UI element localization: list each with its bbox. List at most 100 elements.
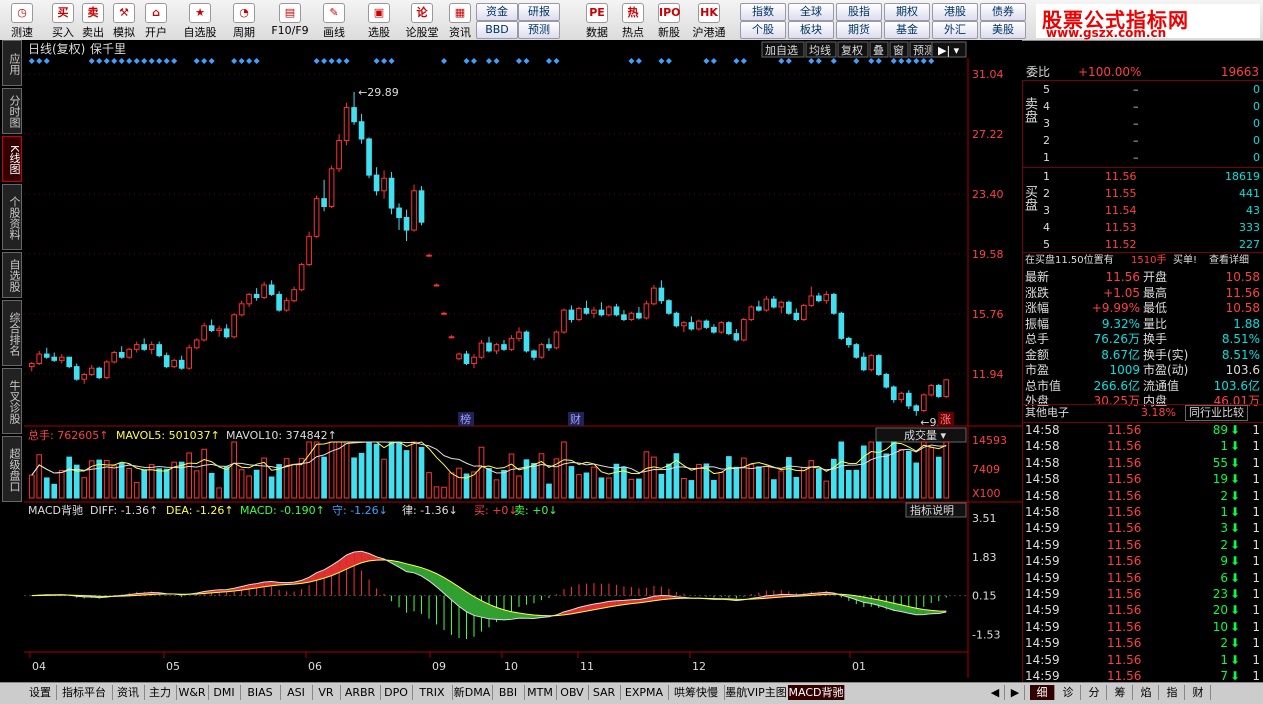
mid-button-0[interactable]: 资金 [476, 3, 518, 21]
mid-button-2[interactable]: BBD [476, 21, 518, 39]
market-button-1[interactable]: 全球 [788, 3, 834, 21]
indicator-tab-1[interactable]: 指标平台 [56, 685, 113, 700]
indicator-tab-12[interactable]: 新DMA [452, 685, 493, 700]
tool-news-button[interactable]: ▦资讯 [442, 1, 478, 39]
panel-tab-0[interactable]: 细 [1030, 685, 1055, 700]
sell-level-row[interactable]: 4–0 [1023, 99, 1263, 115]
indicator-tab-11[interactable]: TRIX [412, 685, 453, 700]
panel-tab-5[interactable]: 指 [1160, 685, 1185, 700]
date-tick: 04 [32, 660, 46, 673]
market-button-6[interactable]: 个股 [740, 21, 786, 39]
tool-lock-button[interactable]: ⌂开户 [140, 1, 172, 39]
market-button-3[interactable]: 期权 [884, 3, 930, 21]
sector-compare-button[interactable]: 同行业比较 [1185, 405, 1248, 421]
indicator-tab-0[interactable]: 设置 [24, 685, 57, 700]
left-tab-6[interactable]: 牛叉诊股 [2, 368, 22, 434]
notice-detail-link[interactable]: 查看详细 [1209, 253, 1249, 269]
tool-info-button[interactable]: ▤F10/F9 [268, 1, 312, 39]
tool-pe-button[interactable]: PE数据 [578, 1, 616, 39]
buy-level-row[interactable]: 511.52227 [1023, 237, 1263, 253]
tool-buy-button[interactable]: 买买入 [48, 1, 78, 39]
tool-star-button[interactable]: ★自选股 [178, 1, 222, 39]
market-button-10[interactable]: 外汇 [932, 21, 978, 39]
indicator-tab-7[interactable]: ASI [280, 685, 313, 700]
volume-bar [764, 467, 769, 498]
left-tab-4[interactable]: 自选股 [2, 252, 22, 298]
indicator-tab-14[interactable]: MTM [524, 685, 557, 700]
sell-icon: 卖 [82, 3, 104, 23]
left-tab-1[interactable]: 分时图 [2, 88, 22, 134]
tool-pen-button[interactable]: ✎画线 [312, 1, 356, 39]
left-tab-7[interactable]: 超级盘口 [2, 436, 22, 502]
indicator-tab-4[interactable]: W&R [176, 685, 209, 700]
panel-tab-4[interactable]: 焰 [1134, 685, 1159, 700]
tool-clock-button[interactable]: ◷测速 [2, 1, 42, 39]
tool-forum-button[interactable]: 论论股堂 [402, 1, 442, 39]
indicator-tab-3[interactable]: 主力 [144, 685, 177, 700]
buy-level-row[interactable]: 411.53333 [1023, 220, 1263, 236]
indicator-tab-16[interactable]: SAR [588, 685, 621, 700]
volume-bar [284, 459, 289, 498]
buy-level-row[interactable]: 211.55441 [1023, 186, 1263, 202]
left-tab-3[interactable]: 个股资料 [2, 184, 22, 250]
tool-cycle-button[interactable]: ◔周期 [222, 1, 266, 39]
indicator-tabs: 设置指标平台资讯主力W&RDMIBIASASIVRARBRDPOTRIX新DMA… [0, 682, 1263, 704]
left-tab-0[interactable]: 应用 [2, 40, 22, 86]
left-tab-5[interactable]: 综合排名 [2, 300, 22, 366]
indicator-tab-6[interactable]: BIAS [240, 685, 281, 700]
signal-diamond-icon [321, 58, 327, 64]
indicator-tab-13[interactable]: BBI [492, 685, 525, 700]
indicator-tab-5[interactable]: DMI [208, 685, 241, 700]
indicator-tab-18[interactable]: 哄筹快慢 [668, 685, 725, 700]
panel-tab-3[interactable]: 筹 [1108, 685, 1133, 700]
mid-button-3[interactable]: 预测 [518, 21, 560, 39]
left-tab-2[interactable]: K线图 [2, 136, 22, 182]
panel-tab-1[interactable]: 诊 [1056, 685, 1081, 700]
buy-level: 2 [1043, 186, 1050, 202]
panel-tab-2[interactable]: 分 [1082, 685, 1107, 700]
scroll-right-icon[interactable]: ▶ [1006, 685, 1025, 700]
indicator-tab-10[interactable]: DPO [380, 685, 413, 700]
market-button-5[interactable]: 债券 [980, 3, 1026, 21]
macd-legend-1: DIFF: -1.36↑ [90, 504, 158, 517]
market-button-4[interactable]: 港股 [932, 3, 978, 21]
tool-ipo-button[interactable]: IPO新股 [650, 1, 688, 39]
candle [629, 312, 634, 321]
tool-sell-button[interactable]: 卖卖出 [78, 1, 108, 39]
indicator-tab-9[interactable]: ARBR [340, 685, 381, 700]
market-button-9[interactable]: 基金 [884, 21, 930, 39]
volume-bar [936, 457, 941, 498]
indicator-tab-15[interactable]: OBV [556, 685, 589, 700]
indicator-tab-2[interactable]: 资讯 [112, 685, 145, 700]
indicator-tab-19[interactable]: 墨航VIP主图 [724, 685, 789, 700]
tool-hot-button[interactable]: 热热点 [616, 1, 650, 39]
sell-level-row[interactable]: 5–0 [1023, 82, 1263, 98]
tick-volume: 10 [1213, 619, 1228, 635]
tick-price: 11.56 [1107, 570, 1141, 586]
buy-level-row[interactable]: 111.5618619 [1023, 169, 1263, 185]
big-order-notice[interactable]: 在买盘11.50位置有1510手买单!查看详细 [1023, 252, 1263, 269]
tick-count: 1 [1252, 438, 1260, 454]
market-button-8[interactable]: 期货 [836, 21, 882, 39]
indicator-tab-20[interactable]: MACD背驰 [788, 685, 845, 700]
kline-chart-svg[interactable]: 日线(复权)保千里加自选均线复权叠窗预测▶| ▾31.0427.2223.401… [24, 40, 1022, 680]
panel-tab-6[interactable]: 财 [1186, 685, 1211, 700]
tool-gavel-button[interactable]: ⚒模拟 [108, 1, 140, 39]
tool-sse-hk-button[interactable]: HK沪港通 [688, 1, 730, 39]
market-button-0[interactable]: 指数 [740, 3, 786, 21]
buy-level-row[interactable]: 311.5443 [1023, 203, 1263, 219]
price-tick: 27.22 [972, 128, 1004, 141]
down-arrow-icon: ⬇ [1230, 471, 1240, 487]
sell-level-row[interactable]: 1–0 [1023, 150, 1263, 166]
market-button-7[interactable]: 板块 [788, 21, 834, 39]
scroll-left-icon[interactable]: ◀ [986, 685, 1005, 700]
volume-bar [599, 478, 604, 498]
market-button-2[interactable]: 股指 [836, 3, 882, 21]
mid-button-1[interactable]: 研报 [518, 3, 560, 21]
tool-screen-button[interactable]: ▣选股 [356, 1, 402, 39]
market-button-11[interactable]: 美股 [980, 21, 1026, 39]
sell-level-row[interactable]: 3–0 [1023, 116, 1263, 132]
sell-level-row[interactable]: 2–0 [1023, 133, 1263, 149]
indicator-tab-8[interactable]: VR [312, 685, 341, 700]
indicator-tab-17[interactable]: EXPMA [620, 685, 669, 700]
